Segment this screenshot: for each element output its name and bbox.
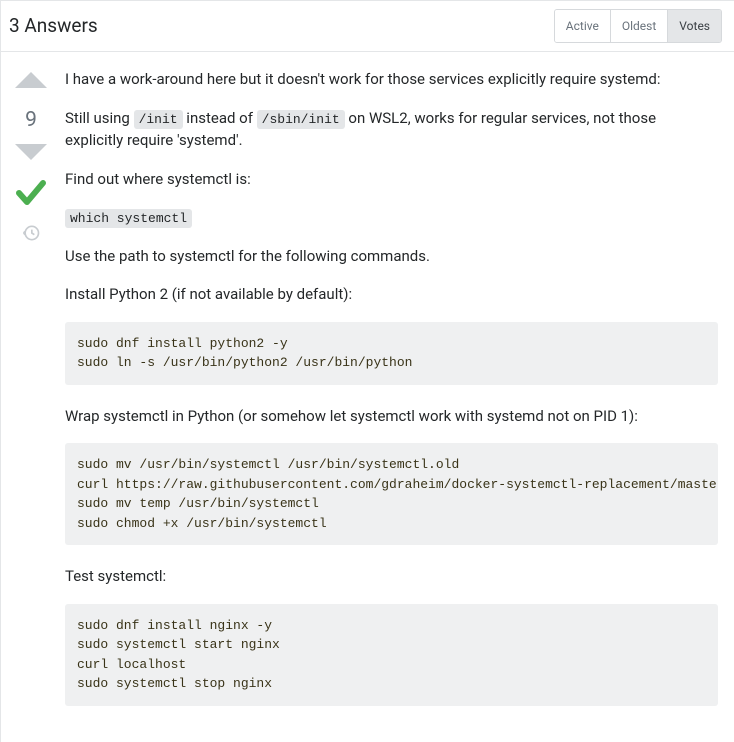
paragraph-find-systemctl: Find out where systemctl is: [65, 168, 718, 191]
tab-oldest[interactable]: Oldest [611, 10, 668, 42]
answer-body: I have a work-around here but it doesn't… [53, 68, 718, 726]
answers-header: 3 Answers Active Oldest Votes [1, 1, 734, 52]
paragraph-test-systemctl: Test systemctl: [65, 565, 718, 588]
paragraph-init: Still using /init instead of /sbin/init … [65, 107, 718, 152]
paragraph-use-path: Use the path to systemctl for the follow… [65, 245, 718, 268]
tab-votes[interactable]: Votes [668, 10, 721, 42]
code-block-wrap[interactable]: sudo mv /usr/bin/systemctl /usr/bin/syst… [65, 443, 718, 545]
paragraph-intro: I have a work-around here but it doesn't… [65, 68, 718, 91]
answer: 9 I have a work-around here but it doesn… [1, 52, 734, 742]
downvote-icon[interactable] [13, 142, 49, 169]
text-fragment: Still using [65, 109, 134, 127]
inline-code-which: which systemctl [65, 209, 192, 228]
accepted-checkmark-icon [13, 175, 49, 218]
history-icon[interactable] [21, 223, 41, 250]
text-fragment: instead of [183, 109, 257, 127]
inline-code-init: /init [134, 110, 183, 129]
sort-tabs: Active Oldest Votes [554, 9, 722, 43]
upvote-icon[interactable] [13, 70, 49, 97]
code-block-test: sudo dnf install nginx -y sudo systemctl… [65, 604, 718, 706]
answers-count-title: 3 Answers [9, 12, 98, 41]
vote-column: 9 [9, 68, 53, 726]
inline-code-sbin-init: /sbin/init [257, 110, 345, 129]
code-block-python2: sudo dnf install python2 -y sudo ln -s /… [65, 322, 718, 385]
tab-active[interactable]: Active [555, 10, 611, 42]
paragraph-install-python2: Install Python 2 (if not available by de… [65, 283, 718, 306]
vote-score: 9 [25, 105, 37, 137]
paragraph-wrap-systemctl: Wrap systemctl in Python (or somehow let… [65, 405, 718, 428]
